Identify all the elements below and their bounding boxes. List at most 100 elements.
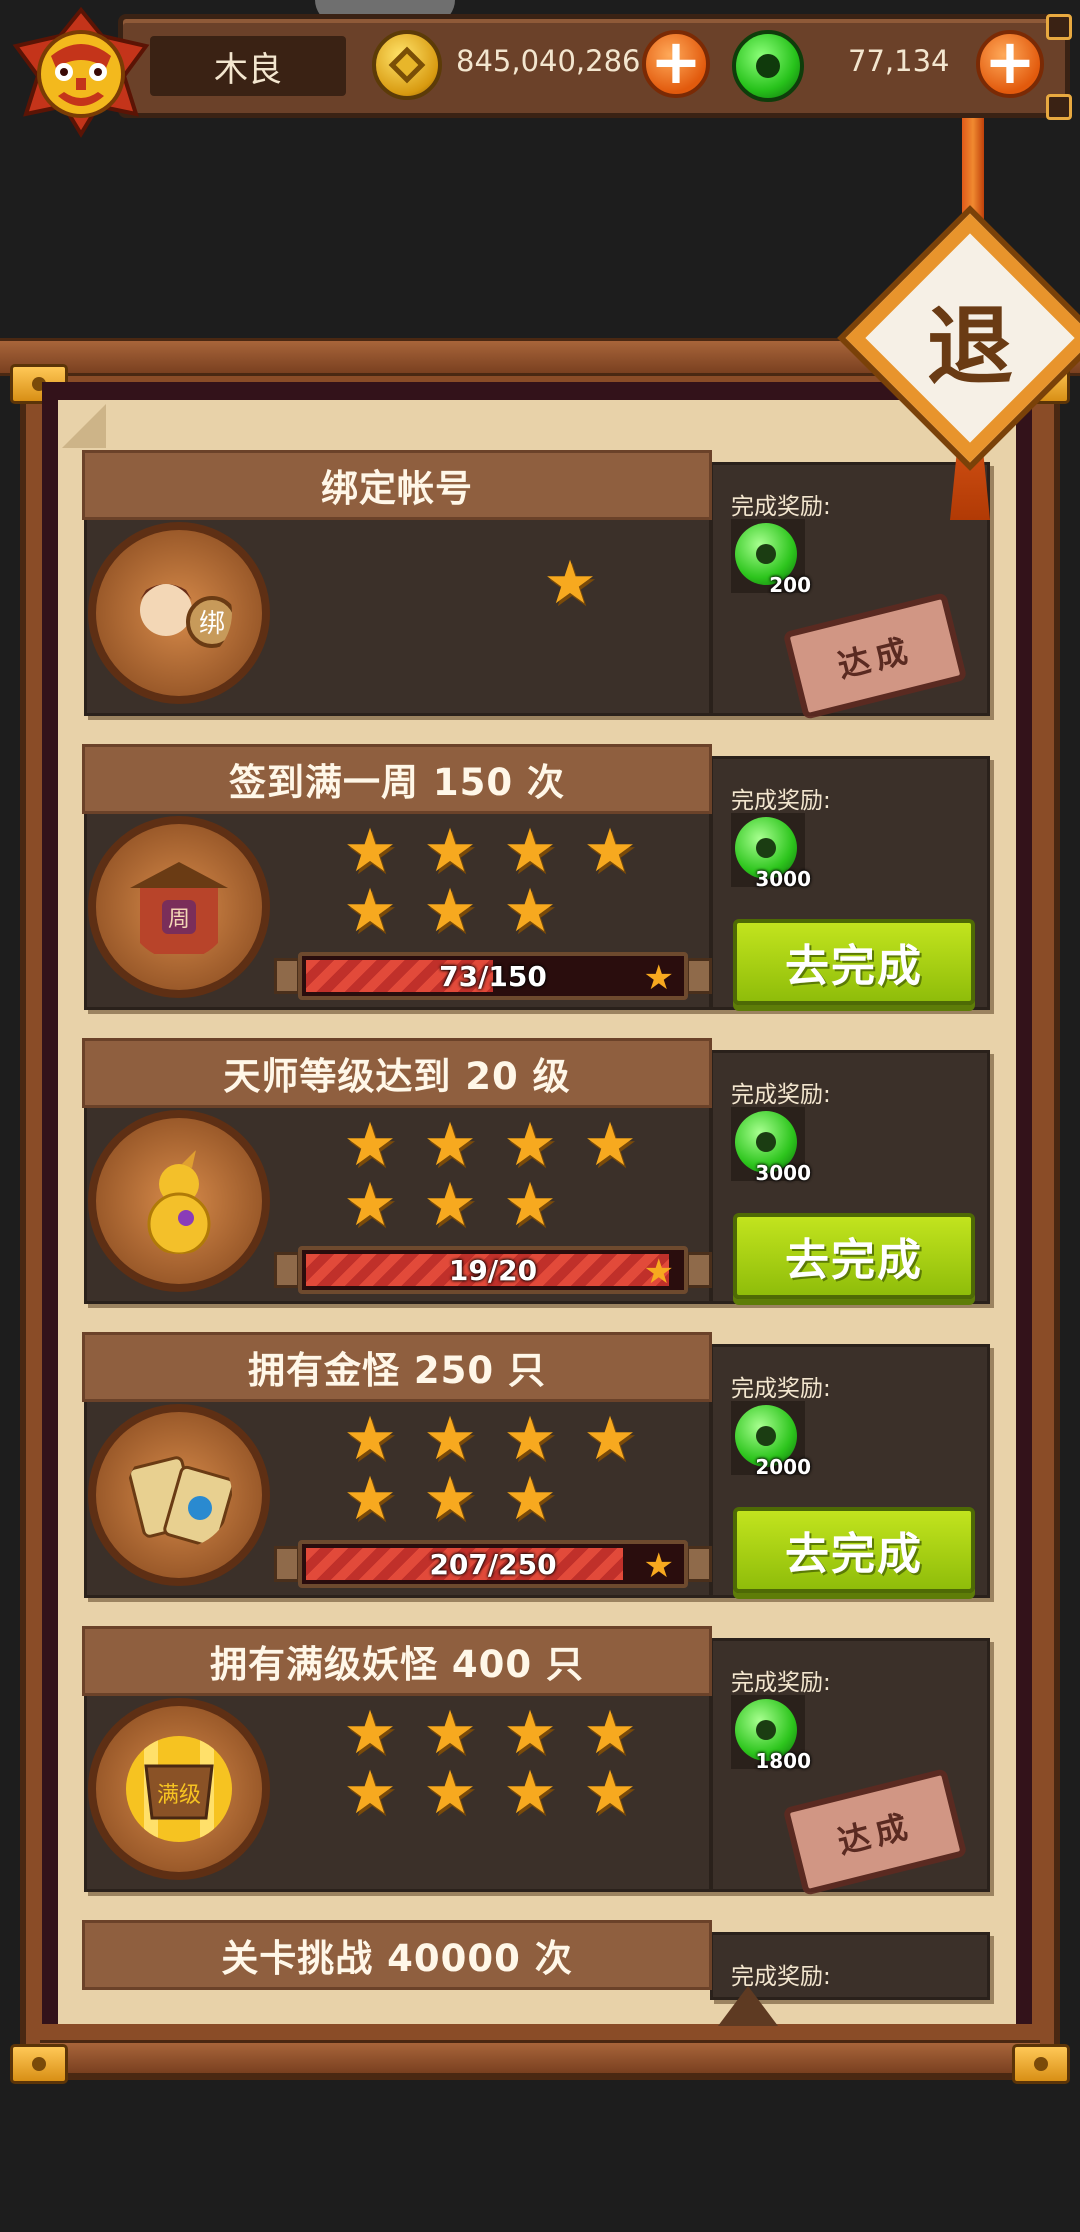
- quest-title: 关卡挑战 40000 次: [82, 1920, 712, 1990]
- reward-jade-icon: 3000: [731, 1107, 811, 1185]
- star-icon: ★: [343, 1464, 397, 1534]
- reward-label: 完成奖励:: [731, 494, 831, 520]
- progress-cap: [274, 958, 300, 994]
- completed-stamp: 达成: [782, 1768, 968, 1896]
- progress-star-icon: ★: [643, 1252, 674, 1292]
- quest-card: 完成奖励: 关卡挑战 40000 次: [82, 1920, 990, 2000]
- board-bottom-rail: [40, 2040, 1040, 2076]
- progress-cap: [274, 1252, 300, 1288]
- progress-text: 207/250: [429, 1547, 557, 1581]
- add-jade-button[interactable]: +: [976, 30, 1044, 98]
- quest-title: 拥有满级妖怪 400 只: [82, 1626, 712, 1696]
- star-icon: ★: [343, 876, 397, 946]
- quest-title: 签到满一周 150 次: [82, 744, 712, 814]
- star-icon: ★: [503, 1698, 557, 1768]
- star-icon: ★: [343, 1110, 397, 1180]
- star-icon: ★: [423, 1698, 477, 1768]
- progress-star-icon: ★: [643, 958, 674, 998]
- star-icon: ★: [503, 1464, 557, 1534]
- quest-icon-frame: [88, 1404, 270, 1586]
- reward-amount: 2000: [755, 1455, 811, 1479]
- progress-text: 19/20: [448, 1253, 538, 1287]
- add-coins-button[interactable]: +: [642, 30, 710, 98]
- checkin-gate-icon: 周: [130, 862, 228, 954]
- gourd-icon: [147, 1150, 211, 1254]
- frame-corner-decoration: [1046, 14, 1072, 40]
- star-icon: ★: [423, 1404, 477, 1474]
- reward-jade-icon: 3000: [731, 813, 811, 891]
- progress-track: 19/20 ★: [298, 1246, 688, 1294]
- star-icon: ★: [503, 816, 557, 886]
- reward-panel: 完成奖励: 1800 达成: [710, 1638, 990, 1896]
- star-icon: ★: [343, 1758, 397, 1828]
- bolt-decoration: [10, 2044, 68, 2084]
- reward-label: 完成奖励:: [731, 1670, 831, 1696]
- star-icon: ★: [583, 1110, 637, 1180]
- quest-icon-frame: 满级: [88, 1698, 270, 1880]
- svg-text:绑: 绑: [199, 609, 225, 639]
- quest-icon-frame: 绑: [88, 522, 270, 704]
- top-bar: 木良 845,040,286 + 77,134 +: [0, 0, 1080, 160]
- monster-cards-icon: [128, 1456, 232, 1548]
- star-icon: ★: [423, 1110, 477, 1180]
- progress-cap: [686, 1252, 712, 1288]
- progress-text: 73/150: [439, 959, 547, 993]
- completed-stamp: 达成: [782, 592, 968, 720]
- svg-text:周: 周: [168, 907, 190, 932]
- progress-bar: 207/250 ★: [274, 1540, 712, 1588]
- progress-star-icon: ★: [643, 1546, 674, 1586]
- progress-track: 207/250 ★: [298, 1540, 688, 1588]
- quest-title: 绑定帐号: [82, 450, 712, 520]
- star-icon: ★: [343, 1698, 397, 1768]
- star-icon: ★: [503, 1110, 557, 1180]
- star-icon: ★: [423, 1758, 477, 1828]
- bolt-decoration: [1012, 2044, 1070, 2084]
- quest-title: 拥有金怪 250 只: [82, 1332, 712, 1402]
- star-icon: ★: [583, 1698, 637, 1768]
- reward-label: 完成奖励:: [731, 1082, 831, 1108]
- bind-account-icon: 绑: [140, 584, 232, 648]
- coin-icon: [372, 30, 442, 100]
- go-complete-button[interactable]: 去完成: [733, 919, 975, 1005]
- star-icon: ★: [583, 816, 637, 886]
- max-level-icon: 满级: [126, 1736, 232, 1842]
- quest-title: 天师等级达到 20 级: [82, 1038, 712, 1108]
- reward-amount: 3000: [755, 867, 811, 891]
- reward-label: 完成奖励:: [731, 1376, 831, 1402]
- reward-amount: 3000: [755, 1161, 811, 1185]
- go-complete-button[interactable]: 去完成: [733, 1213, 975, 1299]
- reward-jade-icon: 2000: [731, 1401, 811, 1479]
- progress-cap: [686, 958, 712, 994]
- star-icon: ★: [543, 548, 597, 618]
- star-icon: ★: [343, 816, 397, 886]
- coin-balance: 845,040,286: [456, 44, 641, 78]
- player-avatar[interactable]: [6, 6, 156, 138]
- reward-jade-icon: 1800: [731, 1695, 811, 1773]
- progress-cap: [686, 1546, 712, 1582]
- reward-amount: 1800: [755, 1749, 811, 1773]
- star-icon: ★: [583, 1404, 637, 1474]
- reward-label: 完成奖励:: [731, 1964, 831, 1990]
- player-name: 木良: [150, 36, 346, 96]
- quest-card: 完成奖励: 3000 去完成 天师等级达到 20 级 ★ ★ ★ ★ ★ ★ ★ 19/20 ★: [82, 1038, 990, 1308]
- star-icon: ★: [503, 876, 557, 946]
- progress-bar: 19/20 ★: [274, 1246, 712, 1294]
- exit-button-label[interactable]: 退: [882, 250, 1058, 426]
- lion-mask-icon: [12, 6, 150, 138]
- star-icon: ★: [343, 1404, 397, 1474]
- reward-panel: 完成奖励:: [710, 1932, 990, 2000]
- jade-icon: [732, 30, 804, 102]
- star-icon: ★: [503, 1170, 557, 1240]
- quest-card: 完成奖励: 1800 达成 拥有满级妖怪 400 只满级 ★ ★ ★ ★ ★ ★ ★ ★: [82, 1626, 990, 1896]
- reward-panel: 完成奖励: 3000 去完成: [710, 756, 990, 1010]
- reward-label: 完成奖励:: [731, 788, 831, 814]
- go-complete-button[interactable]: 去完成: [733, 1507, 975, 1593]
- progress-track: 73/150 ★: [298, 952, 688, 1000]
- frame-corner-decoration: [1046, 94, 1072, 120]
- quest-card: 完成奖励: 200 达成 绑定帐号绑 ★: [82, 450, 990, 720]
- progress-bar: 73/150 ★: [274, 952, 712, 1000]
- star-icon: ★: [423, 1464, 477, 1534]
- quest-icon-frame: 周: [88, 816, 270, 998]
- star-icon: ★: [343, 1170, 397, 1240]
- progress-cap: [274, 1546, 300, 1582]
